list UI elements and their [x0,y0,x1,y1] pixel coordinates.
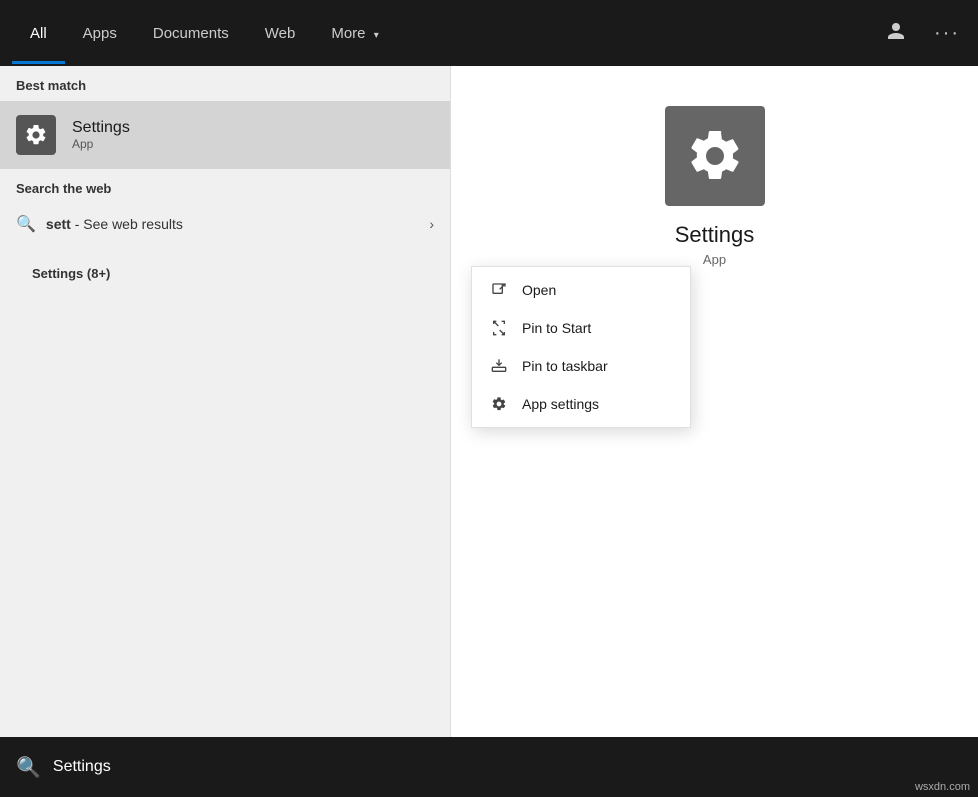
tab-documents-label: Documents [153,25,229,42]
settings-icon-small [16,115,56,155]
nav-tabs: All Apps Documents Web More ▾ [12,3,880,64]
tab-all[interactable]: All [12,3,65,64]
tab-more[interactable]: More ▾ [313,3,396,64]
more-options-button[interactable]: ··· [928,16,966,51]
open-label: Open [522,282,556,298]
app-settings-label: App settings [522,396,599,412]
bottom-search-input[interactable] [53,758,962,776]
pin-taskbar-icon [490,357,508,375]
chevron-down-icon: ▾ [374,30,379,41]
bottom-search-bar: 🔍 wsxdn.com [0,737,978,797]
settings-best-match-item[interactable]: Settings App [0,101,450,169]
app-icon-large [665,106,765,206]
open-icon [490,281,508,299]
tab-web-label: Web [265,25,296,42]
tab-web[interactable]: Web [247,3,314,64]
best-match-subtitle: App [72,137,130,151]
nav-right-actions: ··· [880,15,966,52]
tab-more-label: More [331,25,365,42]
search-web-label: Search the web [0,169,450,204]
context-menu-pin-start[interactable]: Pin to Start [472,309,690,347]
search-icon: 🔍 [16,214,36,234]
context-menu-pin-taskbar[interactable]: Pin to taskbar [472,347,690,385]
person-icon-button[interactable] [880,15,912,52]
best-match-label: Best match [0,66,450,101]
best-match-text: Settings App [72,119,130,151]
tab-all-label: All [30,25,47,42]
search-query: sett [46,216,71,232]
best-match-title: Settings [72,119,130,137]
tab-documents[interactable]: Documents [135,3,247,64]
chevron-right-icon: › [429,216,434,232]
search-web-section: Search the web 🔍 sett - See web results … [0,169,450,244]
bottom-search-icon: 🔍 [16,755,41,780]
gear-icon [490,395,508,413]
right-panel: Settings App Open [450,66,978,737]
settings-more-section: Settings (8+) [0,244,450,295]
app-name-large: Settings [675,222,755,248]
search-web-suffix: - See web results [71,216,183,232]
context-menu-app-settings[interactable]: App settings [472,385,690,423]
settings-more-label: Settings (8+) [16,254,434,289]
search-web-item[interactable]: 🔍 sett - See web results › [0,204,450,244]
ellipsis-icon: ··· [934,22,960,44]
pin-start-icon [490,319,508,337]
tab-apps[interactable]: Apps [65,3,135,64]
tab-apps-label: Apps [83,25,117,42]
watermark: wsxdn.com [915,781,970,793]
left-panel: Best match Settings App Search the web 🔍… [0,66,450,737]
search-web-text: sett - See web results [46,216,429,232]
main-content: Best match Settings App Search the web 🔍… [0,66,978,737]
top-nav-bar: All Apps Documents Web More ▾ ··· [0,0,978,66]
context-menu-open[interactable]: Open [472,271,690,309]
app-type-large: App [703,252,726,267]
pin-start-label: Pin to Start [522,320,591,336]
context-menu: Open Pin to Start [471,266,691,428]
pin-taskbar-label: Pin to taskbar [522,358,608,374]
